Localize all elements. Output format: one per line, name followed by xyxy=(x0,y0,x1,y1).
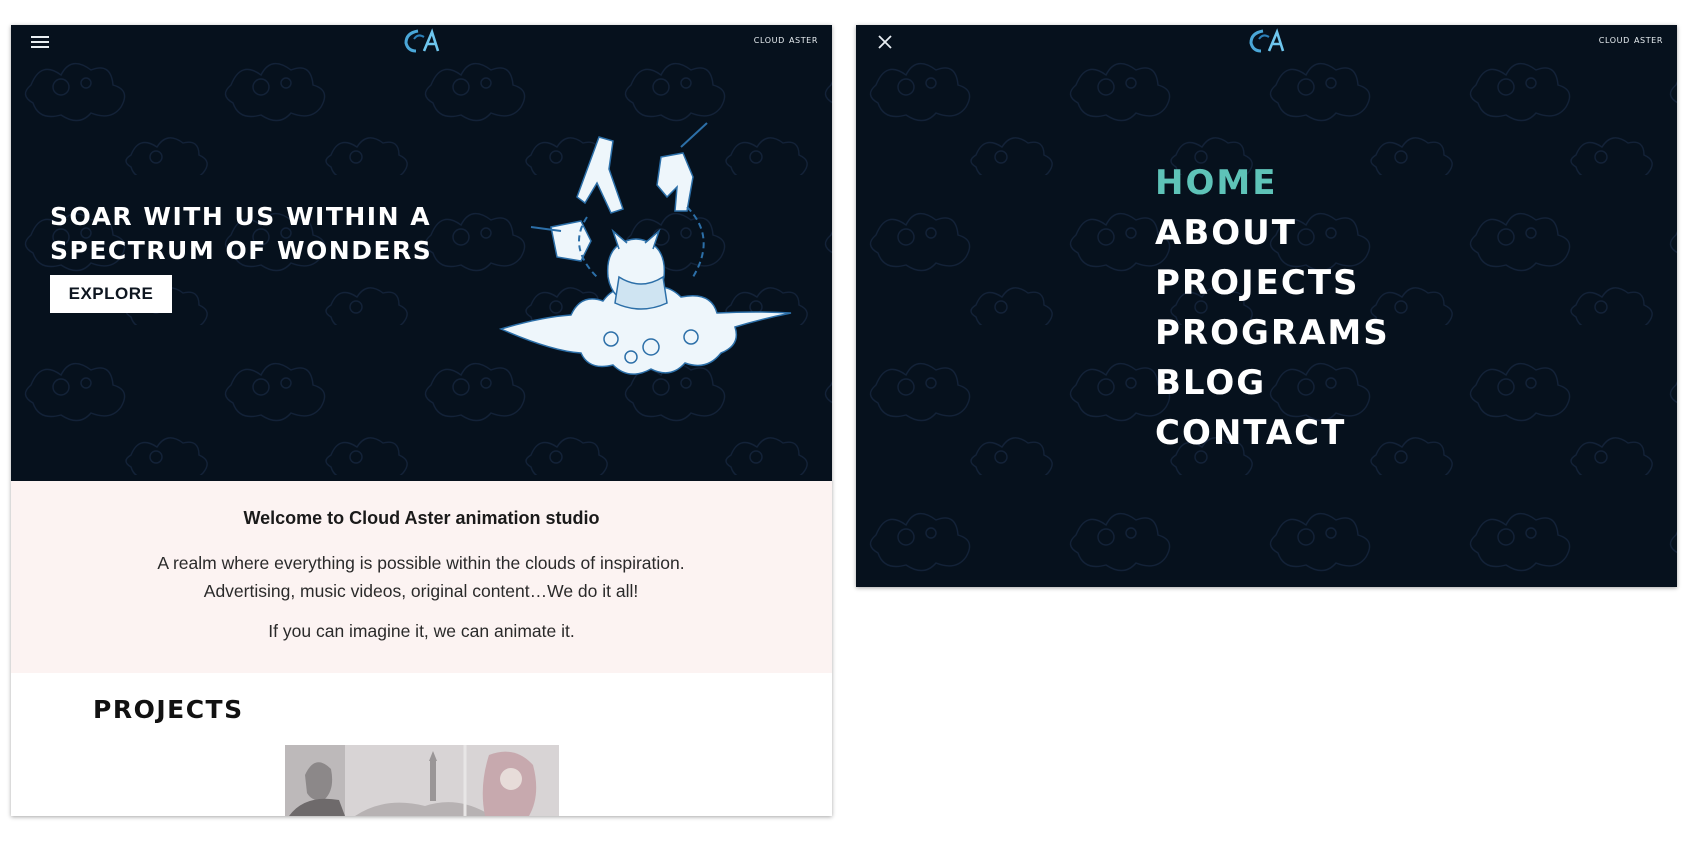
top-bar: CLOUD ASTER xyxy=(856,25,1677,59)
nav-item-projects[interactable]: PROJECTS xyxy=(1155,258,1390,308)
project-sketch-thumbnail[interactable] xyxy=(285,745,559,816)
welcome-body: A realm where everything is possible wit… xyxy=(157,553,685,601)
home-page-panel: CLOUD ASTER SOAR WITH US WITHIN A SPECTR… xyxy=(11,25,832,816)
hero-title-line2: SPECTRUM OF WONDERS xyxy=(50,236,433,265)
nav-item-contact[interactable]: CONTACT xyxy=(1155,408,1390,458)
explore-button[interactable]: EXPLORE xyxy=(50,275,172,313)
nav-item-programs[interactable]: PROGRAMS xyxy=(1155,308,1390,358)
hero-title-line1: SOAR WITH US WITHIN A xyxy=(50,202,432,231)
close-icon[interactable] xyxy=(874,31,896,53)
nav-item-blog[interactable]: BLOG xyxy=(1155,358,1390,408)
menu-overlay-panel: CLOUD ASTER HOME ABOUT PROJECTS PROGRAMS… xyxy=(856,25,1677,587)
cloud-aster-logo[interactable] xyxy=(1245,27,1289,57)
brand-name[interactable]: CLOUD ASTER xyxy=(1599,33,1663,46)
welcome-heading: Welcome to Cloud Aster animation studio xyxy=(243,508,600,528)
hero-title: SOAR WITH US WITHIN A SPECTRUM OF WONDER… xyxy=(50,200,450,268)
welcome-section: Welcome to Cloud Aster animation studio … xyxy=(11,481,832,673)
hero-section: SOAR WITH US WITHIN A SPECTRUM OF WONDER… xyxy=(11,25,832,481)
nav-item-home[interactable]: HOME xyxy=(1155,158,1390,208)
nav-item-about[interactable]: ABOUT xyxy=(1155,208,1390,258)
cat-warrior-on-cloud-illustration xyxy=(498,122,792,375)
welcome-tagline: If you can imagine it, we can animate it… xyxy=(268,621,575,641)
main-nav-menu: HOME ABOUT PROJECTS PROGRAMS BLOG CONTAC… xyxy=(1155,158,1390,458)
projects-heading: PROJECTS xyxy=(93,695,244,724)
projects-section: PROJECTS xyxy=(11,673,832,816)
